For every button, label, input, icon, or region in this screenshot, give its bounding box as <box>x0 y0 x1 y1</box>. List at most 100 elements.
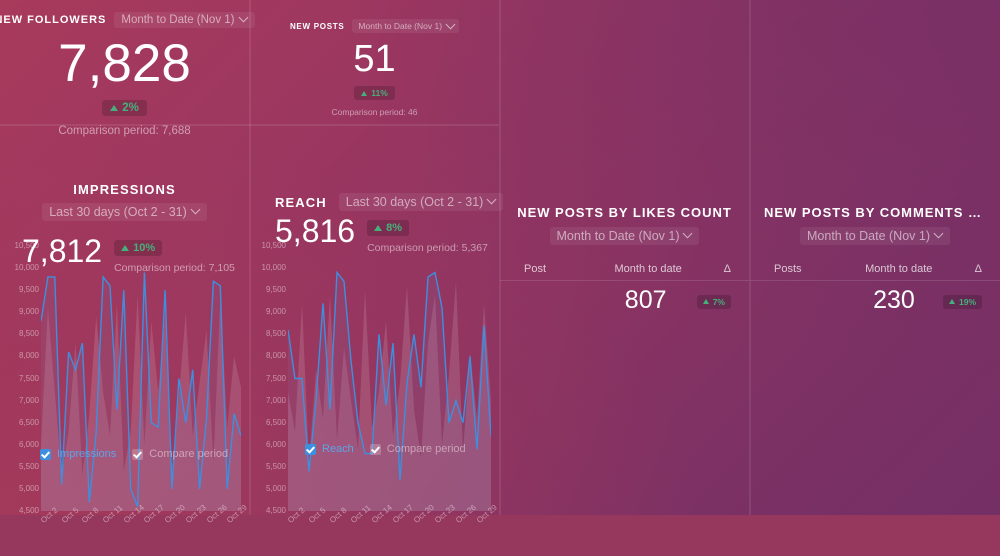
y-tick-label: 5,500 <box>266 463 286 471</box>
new-posts-delta-badge: 11% <box>354 86 395 100</box>
panel-new-followers: NEW FOLLOWERS Month to Date (Nov 1) 7,82… <box>0 0 249 124</box>
y-tick-label: 10,000 <box>262 264 286 272</box>
checkbox-checked-icon[interactable] <box>305 444 316 455</box>
chevron-down-icon <box>240 14 248 22</box>
y-tick-label: 9,000 <box>19 308 39 316</box>
chevron-down-icon <box>447 21 453 27</box>
reach-period-label: Last 30 days (Oct 2 - 31) <box>346 195 484 209</box>
new-posts-period-selector[interactable]: Month to Date (Nov 1) <box>352 19 459 33</box>
new-followers-period-label: Month to Date (Nov 1) <box>121 14 234 26</box>
new-followers-delta: 2% <box>122 102 139 114</box>
comments-title: NEW POSTS BY COMMENTS COU… <box>764 205 986 220</box>
reach-legend: Reach Compare period <box>305 443 466 455</box>
likes-period-selector[interactable]: Month to Date (Nov 1) <box>550 227 700 245</box>
impressions-plot <box>41 246 241 511</box>
chevron-down-icon <box>935 230 943 238</box>
reach-x-axis: Oct 2Oct 5Oct 8Oct 11Oct 14Oct 17Oct 20O… <box>288 516 491 556</box>
y-tick-label: 4,500 <box>19 507 39 515</box>
likes-table: Post Month to date Δ 807 7% <box>500 258 749 319</box>
y-tick-label: 5,000 <box>266 485 286 493</box>
impressions-title: IMPRESSIONS <box>0 182 249 197</box>
y-tick-label: 7,000 <box>266 397 286 405</box>
new-posts-delta: 11% <box>371 88 388 98</box>
y-tick-label: 8,500 <box>266 330 286 338</box>
y-tick-label: 7,500 <box>266 375 286 383</box>
likes-column-delta: Δ <box>702 263 749 275</box>
triangle-up-icon <box>361 91 367 96</box>
y-tick-label: 6,000 <box>266 441 286 449</box>
likes-period-label: Month to Date (Nov 1) <box>557 229 680 243</box>
new-followers-title: NEW FOLLOWERS <box>0 14 106 26</box>
chart-svg <box>288 246 491 511</box>
y-tick-label: 9,000 <box>266 308 286 316</box>
likes-title: NEW POSTS BY LIKES COUNT <box>514 205 735 220</box>
comments-period-label: Month to Date (Nov 1) <box>807 229 930 243</box>
y-tick-label: 8,000 <box>19 352 39 360</box>
chevron-down-icon <box>684 230 692 238</box>
legend-item-compare-period[interactable]: Compare period <box>132 448 228 460</box>
comments-column-posts: Posts <box>750 263 845 275</box>
likes-row-delta-badge: 7% <box>697 295 731 309</box>
reach-period-selector[interactable]: Last 30 days (Oct 2 - 31) <box>339 193 504 211</box>
y-tick-label: 8,000 <box>266 352 286 360</box>
impressions-period-selector[interactable]: Last 30 days (Oct 2 - 31) <box>42 203 207 221</box>
y-tick-label: 4,500 <box>266 507 286 515</box>
triangle-up-icon <box>374 225 382 231</box>
y-tick-label: 6,500 <box>266 419 286 427</box>
likes-column-post: Post <box>500 263 595 275</box>
y-tick-label: 8,500 <box>19 330 39 338</box>
y-tick-label: 9,500 <box>19 286 39 294</box>
comments-row-value: 230 <box>845 286 943 315</box>
impressions-legend: Impressions Compare period <box>40 448 228 460</box>
table-row[interactable]: 230 19% <box>750 281 1000 319</box>
comments-column-month-to-date: Month to date <box>845 263 953 275</box>
triangle-up-icon <box>703 299 709 304</box>
likes-table-header-row: Post Month to date Δ <box>500 258 749 280</box>
checkbox-checked-icon[interactable] <box>40 449 51 460</box>
y-tick-label: 5,500 <box>19 463 39 471</box>
y-tick-label: 9,500 <box>266 286 286 294</box>
new-followers-header: NEW FOLLOWERS Month to Date (Nov 1) <box>0 12 255 28</box>
comments-table-header-row: Posts Month to date Δ <box>750 258 1000 280</box>
legend-item-compare-period[interactable]: Compare period <box>370 443 466 455</box>
y-tick-label: 6,500 <box>19 419 39 427</box>
panel-impressions: IMPRESSIONS Last 30 days (Oct 2 - 31) 7,… <box>0 125 249 515</box>
impressions-period-label: Last 30 days (Oct 2 - 31) <box>49 205 187 219</box>
likes-row-delta: 7% <box>713 297 725 307</box>
y-tick-label: 5,000 <box>19 485 39 493</box>
legend-label-impressions: Impressions <box>57 448 116 460</box>
comments-column-delta: Δ <box>953 263 1000 275</box>
comments-row-delta-badge: 19% <box>943 295 982 309</box>
reach-value: 5,816 <box>275 215 355 247</box>
legend-item-impressions[interactable]: Impressions <box>40 448 116 460</box>
reach-plot <box>288 246 491 511</box>
y-tick-label: 7,000 <box>19 397 39 405</box>
chart-svg <box>41 246 241 511</box>
checkbox-checked-icon[interactable] <box>132 449 143 460</box>
new-followers-delta-badge: 2% <box>102 100 147 116</box>
chevron-down-icon <box>488 196 496 204</box>
reach-y-axis: 10,50010,0009,5009,0008,5008,0007,5007,0… <box>253 246 286 511</box>
legend-item-reach[interactable]: Reach <box>305 443 354 455</box>
new-followers-period-selector[interactable]: Month to Date (Nov 1) <box>114 12 254 28</box>
new-followers-value: 7,828 <box>58 37 191 90</box>
checkbox-checked-icon[interactable] <box>370 444 381 455</box>
legend-label-compare-period: Compare period <box>387 443 466 455</box>
legend-label-compare-period: Compare period <box>149 448 228 460</box>
comments-row-delta-cell: 19% <box>943 291 1000 309</box>
triangle-up-icon <box>949 299 955 304</box>
reach-delta: 8% <box>386 222 402 234</box>
likes-row-delta-cell: 7% <box>697 291 749 309</box>
new-posts-period-label: Month to Date (Nov 1) <box>358 21 442 31</box>
likes-row-value: 807 <box>595 286 697 315</box>
y-tick-label: 10,500 <box>262 242 286 250</box>
chevron-down-icon <box>192 206 200 214</box>
new-posts-comparison: Comparison period: 46 <box>332 107 418 117</box>
y-tick-label: 10,000 <box>15 264 39 272</box>
table-row[interactable]: 807 7% <box>500 281 749 319</box>
triangle-up-icon <box>110 105 118 111</box>
impressions-y-axis: 10,50010,0009,5009,0008,5008,0007,5007,0… <box>6 246 39 511</box>
panel-reach: REACH Last 30 days (Oct 2 - 31) 5,816 8%… <box>250 125 499 515</box>
comments-period-selector[interactable]: Month to Date (Nov 1) <box>800 227 950 245</box>
new-posts-header: NEW POSTS Month to Date (Nov 1) <box>290 19 459 33</box>
